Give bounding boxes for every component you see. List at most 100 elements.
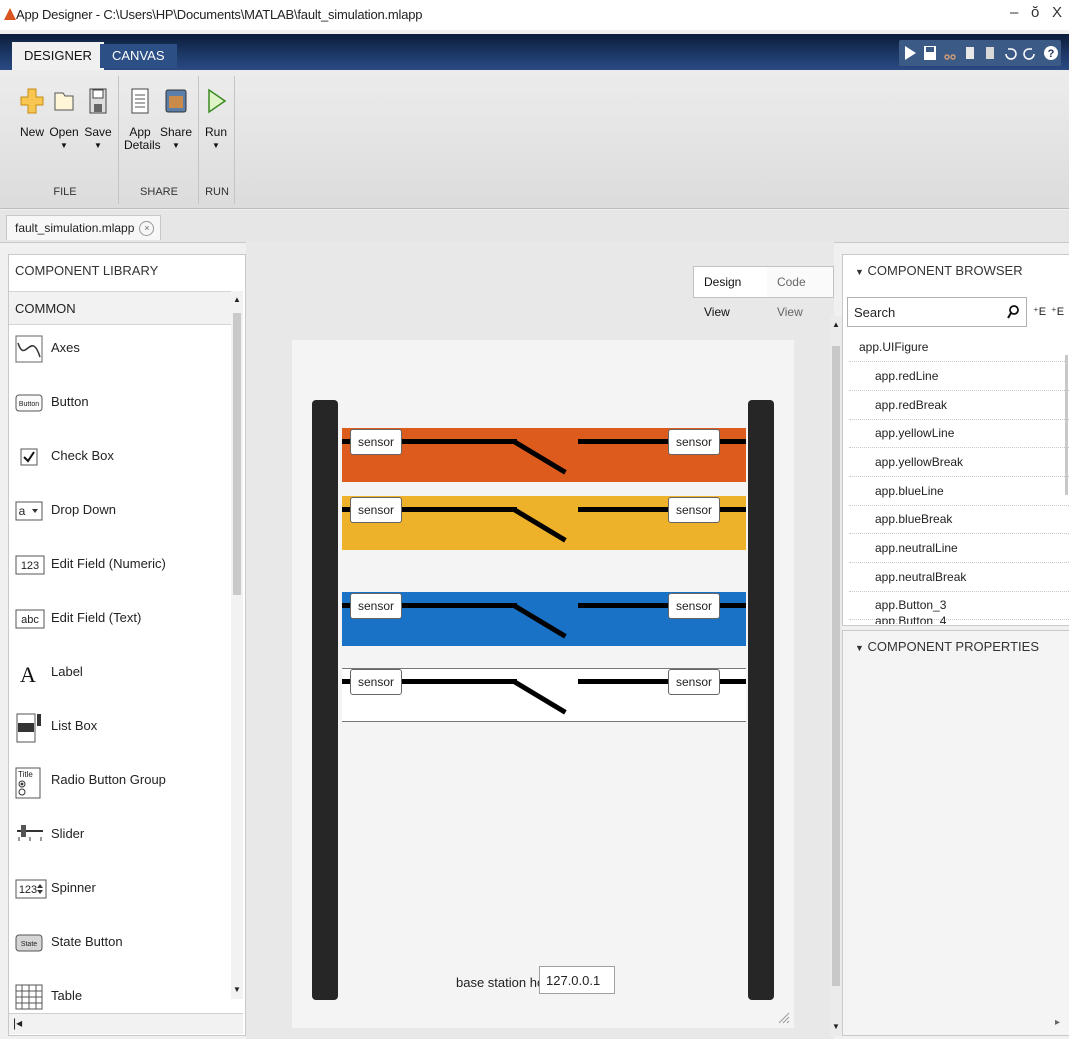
resize-grip-icon[interactable] (778, 1012, 790, 1027)
library-item-table[interactable]: Table (13, 979, 233, 1011)
browser-item-neutralline[interactable]: app.neutralLine (849, 534, 1069, 563)
copy-icon[interactable] (963, 45, 977, 61)
red-right-sensor[interactable]: sensor (668, 429, 720, 455)
library-item-label: Check Box (51, 448, 114, 463)
minimize-button[interactable]: – (1010, 4, 1018, 21)
open-label: Open (49, 125, 79, 139)
neutral-right-sensor[interactable]: sensor (668, 669, 720, 695)
library-item-label: Table (51, 988, 83, 1003)
library-item-drop-down[interactable]: a Drop Down (13, 493, 233, 533)
title-bar: App Designer - C:\Users\HP\Documents\MAT… (0, 0, 1069, 30)
window-title: App Designer - C:\Users\HP\Documents\MAT… (16, 7, 423, 22)
library-horizontal-scrollbar[interactable]: |◂ (9, 1013, 243, 1034)
red-left-sensor[interactable]: sensor (350, 429, 402, 455)
scroll-up-icon[interactable]: ▲ (233, 295, 241, 304)
browser-item-blueline[interactable]: app.blueLine (849, 477, 1069, 506)
library-item-edit-field-numeric[interactable]: 123 Edit Field (Numeric) (13, 547, 233, 587)
red-wire-right (578, 439, 746, 444)
browser-item-redline[interactable]: app.redLine (849, 362, 1069, 391)
browser-scrollbar[interactable] (1065, 355, 1068, 495)
library-item-slider[interactable]: Slider (13, 817, 233, 857)
new-button[interactable]: New (16, 88, 48, 139)
browser-item-button-4[interactable]: app.Button_4 (849, 612, 1069, 624)
library-item-button[interactable]: Button Button (13, 385, 233, 425)
browser-item-neutralbreak[interactable]: app.neutralBreak (849, 563, 1069, 592)
ui-figure[interactable]: sensor sensor sensor sensor sensor senso… (292, 340, 794, 1028)
collapse-icon: ▼ (855, 267, 864, 277)
tab-designer[interactable]: DESIGNER (12, 42, 104, 70)
help-icon[interactable]: ? (1043, 45, 1058, 61)
cut-icon[interactable] (943, 45, 957, 61)
library-item-label: Edit Field (Text) (51, 610, 142, 625)
paste-icon[interactable] (983, 45, 997, 61)
library-item-state-button[interactable]: State State Button (13, 925, 233, 965)
code-view-button[interactable]: Code View (767, 267, 833, 319)
save-ribbon-button[interactable]: Save ▼ (82, 88, 114, 152)
library-item-label-component[interactable]: A Label (13, 655, 233, 695)
tab-canvas[interactable]: CANVAS (100, 44, 177, 68)
play-icon (204, 88, 228, 114)
base-station-host-field[interactable]: 127.0.0.1 (539, 966, 615, 994)
redo-icon[interactable] (1023, 45, 1037, 61)
yellow-left-sensor[interactable]: sensor (350, 497, 402, 523)
blue-right-sensor[interactable]: sensor (668, 593, 720, 619)
app-details-button[interactable]: App Details (124, 88, 161, 152)
browser-item-yellowline[interactable]: app.yellowLine (849, 419, 1069, 448)
share-button[interactable]: Share ▼ (160, 88, 192, 152)
scroll-down-icon[interactable]: ▼ (832, 1022, 840, 1031)
library-item-label: Drop Down (51, 502, 117, 517)
scroll-down-icon[interactable]: ▼ (233, 985, 241, 994)
restore-button[interactable]: ŏ (1031, 4, 1039, 21)
document-tab[interactable]: fault_simulation.mlapp × (6, 215, 162, 240)
browser-item-yellowbreak[interactable]: app.yellowBreak (849, 448, 1069, 477)
svg-text:a: a (19, 504, 26, 518)
run-button[interactable]: Run ▼ (200, 88, 232, 152)
library-item-list-box[interactable]: List Box (13, 709, 233, 749)
left-pole (312, 400, 338, 1000)
canvas-scrollbar[interactable]: ▲ ▼ (830, 316, 842, 1036)
library-scrollbar-thumb[interactable] (233, 313, 241, 595)
undo-icon[interactable] (1003, 45, 1017, 61)
yellow-line[interactable]: sensor sensor (342, 496, 746, 550)
component-browser-title[interactable]: ▼ COMPONENT BROWSER (855, 263, 1023, 278)
run-icon[interactable] (903, 45, 917, 61)
library-item-edit-field-text[interactable]: abc Edit Field (Text) (13, 601, 233, 641)
component-properties-title[interactable]: ▼ COMPONENT PROPERTIES (855, 639, 1039, 654)
close-button[interactable]: X (1052, 4, 1062, 21)
browser-item-uifigure[interactable]: app.UIFigure (849, 333, 1065, 362)
library-item-spinner[interactable]: 123 Spinner (13, 871, 233, 911)
library-item-label: List Box (51, 718, 98, 733)
design-view-button[interactable]: Design View (694, 267, 767, 319)
library-item-label: Edit Field (Numeric) (51, 556, 166, 571)
blue-line[interactable]: sensor sensor (342, 592, 746, 646)
close-tab-icon[interactable]: × (139, 221, 155, 236)
library-item-check-box[interactable]: Check Box (13, 439, 233, 479)
neutral-line[interactable]: sensor sensor (342, 668, 746, 722)
sort-tree-icon[interactable]: ⁺E (1033, 305, 1046, 318)
blue-left-sensor[interactable]: sensor (350, 593, 402, 619)
scroll-up-icon[interactable]: ▲ (832, 320, 840, 329)
scroll-right-icon[interactable]: ▸ (1055, 1017, 1060, 1028)
common-section-header[interactable]: COMMON (9, 291, 243, 325)
save-icon[interactable] (923, 45, 937, 61)
spinner-icon: 123 (15, 875, 47, 903)
component-library-panel: COMPONENT LIBRARY COMMON Axes Button But… (8, 254, 246, 1036)
library-item-axes[interactable]: Axes (13, 331, 233, 371)
component-browser-panel: ▼ COMPONENT BROWSER Search ⁺E ⁺E app.UIF… (842, 254, 1069, 626)
scroll-left-icon[interactable]: |◂ (13, 1016, 22, 1030)
search-placeholder: Search (854, 305, 896, 320)
neutral-left-sensor[interactable]: sensor (350, 669, 402, 695)
component-search-input[interactable]: Search (847, 297, 1027, 327)
browser-item-redbreak[interactable]: app.redBreak (849, 391, 1069, 420)
browser-item-bluebreak[interactable]: app.blueBreak (849, 505, 1069, 534)
library-scrollbar[interactable]: ▲ ▼ (231, 291, 243, 999)
dropdown-icon: a (15, 497, 43, 525)
canvas-scrollbar-thumb[interactable] (832, 346, 840, 986)
share-group-label: SHARE (140, 186, 178, 198)
red-line[interactable]: sensor sensor (342, 428, 746, 482)
library-item-radio-button-group[interactable]: Title Radio Button Group (13, 763, 233, 803)
yellow-right-sensor[interactable]: sensor (668, 497, 720, 523)
sort-alpha-icon[interactable]: ⁺E (1051, 305, 1064, 318)
open-button[interactable]: Open ▼ (48, 88, 80, 152)
search-icon[interactable] (1006, 304, 1020, 323)
